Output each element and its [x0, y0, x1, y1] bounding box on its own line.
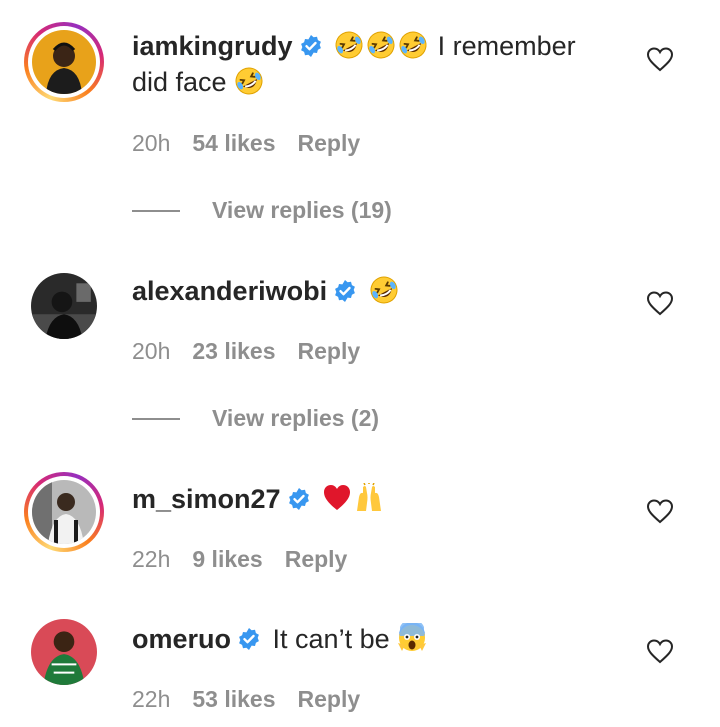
avatar-photo	[31, 619, 97, 685]
username[interactable]: iamkingrudy	[132, 31, 293, 61]
verified-badge-icon	[333, 279, 357, 303]
likes-count[interactable]: 23 likes	[192, 338, 275, 364]
comment-meta: 20h 23 likes Reply	[132, 338, 382, 365]
heart-outline-icon[interactable]	[646, 498, 674, 524]
timestamp: 20h	[132, 338, 171, 364]
view-replies-label: View replies (2)	[212, 405, 380, 431]
comment-text: m_simon27	[132, 481, 622, 517]
screaming-face-emoji-icon	[398, 623, 427, 651]
reply-button[interactable]: Reply	[298, 686, 361, 712]
view-replies-button[interactable]: View replies (2)	[132, 405, 379, 432]
likes-count[interactable]: 9 likes	[192, 546, 262, 572]
timestamp: 22h	[132, 686, 171, 712]
avatar[interactable]	[24, 612, 104, 692]
laughing-emoji-icon	[366, 30, 396, 60]
username[interactable]: omeruo	[132, 624, 231, 654]
divider-line	[132, 417, 180, 420]
verified-badge-icon	[299, 34, 323, 58]
view-replies-button[interactable]: View replies (19)	[132, 197, 392, 224]
laughing-emoji-icon	[369, 275, 399, 305]
comment-body: I remember	[437, 31, 576, 61]
laughing-emoji-icon	[334, 30, 364, 60]
comment-body-continued: did face	[132, 67, 227, 97]
divider-line	[132, 209, 180, 212]
comment-meta: 22h 53 likes Reply	[132, 686, 382, 713]
avatar-photo	[32, 30, 96, 94]
likes-count[interactable]: 53 likes	[192, 686, 275, 712]
comment-body: It can’t be	[272, 624, 390, 654]
laughing-emoji-icon	[234, 66, 264, 96]
reply-button[interactable]: Reply	[285, 546, 348, 572]
comment-meta: 20h 54 likes Reply	[132, 130, 382, 157]
heart-outline-icon[interactable]	[646, 290, 674, 316]
reply-button[interactable]: Reply	[298, 338, 361, 364]
likes-count[interactable]: 54 likes	[192, 130, 275, 156]
raising-hands-emoji-icon	[357, 483, 382, 511]
comment-text: iamkingrudy I remember did face	[132, 28, 622, 100]
red-heart-emoji-icon	[324, 485, 351, 510]
avatar[interactable]	[24, 266, 104, 346]
username[interactable]: alexanderiwobi	[132, 276, 327, 306]
username[interactable]: m_simon27	[132, 484, 281, 514]
avatar[interactable]	[24, 472, 104, 552]
avatar-photo	[31, 273, 97, 339]
avatar[interactable]	[24, 22, 104, 102]
comment-meta: 22h 9 likes Reply	[132, 546, 369, 573]
verified-badge-icon	[237, 627, 261, 651]
timestamp: 20h	[132, 130, 171, 156]
comment-text: alexanderiwobi	[132, 273, 622, 309]
timestamp: 22h	[132, 546, 171, 572]
view-replies-label: View replies (19)	[212, 197, 392, 223]
reply-button[interactable]: Reply	[298, 130, 361, 156]
heart-outline-icon[interactable]	[646, 46, 674, 72]
comment-text: omeruo It can’t be	[132, 621, 622, 657]
avatar-photo	[32, 480, 96, 544]
laughing-emoji-icon	[398, 30, 428, 60]
verified-badge-icon	[287, 487, 311, 511]
heart-outline-icon[interactable]	[646, 638, 674, 664]
